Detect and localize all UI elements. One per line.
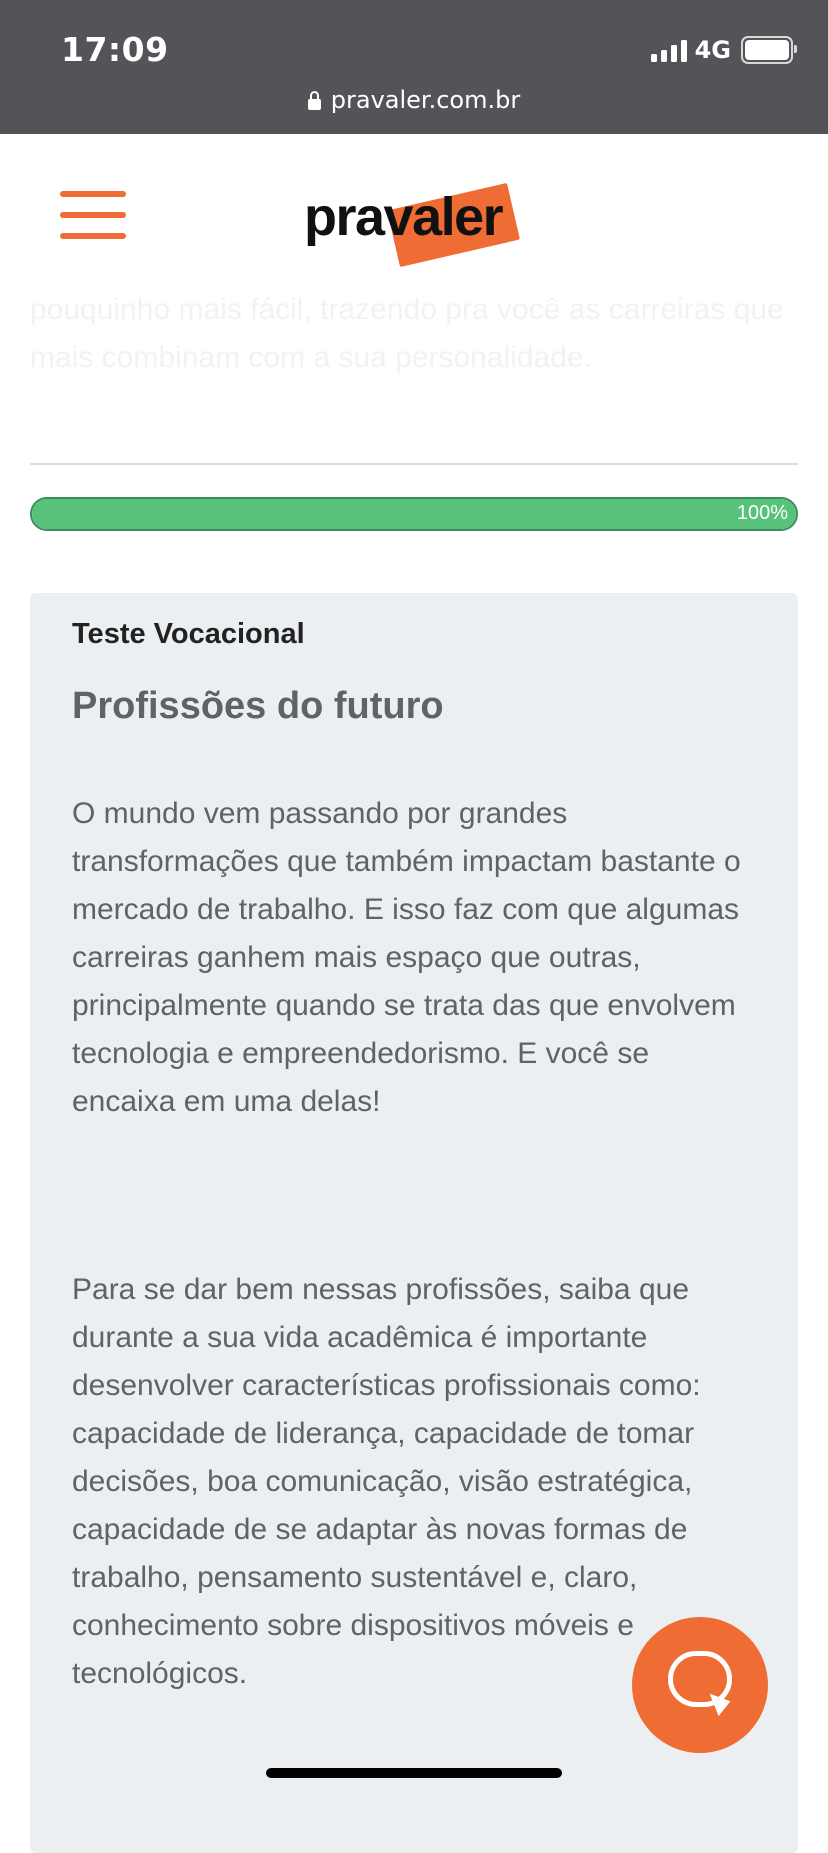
signal-icon: [650, 38, 687, 62]
divider: [30, 463, 798, 465]
chat-icon-tail: [703, 1693, 731, 1719]
site-header: pravaler: [0, 134, 828, 274]
menu-icon[interactable]: [60, 191, 126, 239]
result-paragraph-1: O mundo vem passando por grandes transfo…: [72, 797, 741, 1118]
battery-icon: [741, 36, 797, 64]
result-title: Profissões do futuro: [72, 685, 444, 727]
chat-button[interactable]: [632, 1617, 768, 1753]
progress-fill: [32, 499, 796, 529]
intro-faded-text: pouquinho mais fácil, trazendo pra você …: [30, 293, 784, 374]
url-bar[interactable]: pravaler.com.br: [0, 86, 828, 114]
home-indicator[interactable]: [266, 1768, 562, 1778]
card-kicker: Teste Vocacional: [72, 618, 305, 650]
progress-label: 100%: [736, 502, 788, 524]
status-time: 17:09: [61, 30, 169, 69]
network-type: 4G: [694, 36, 731, 64]
url-text: pravaler.com.br: [330, 86, 521, 114]
status-and-url-bar: 17:09 4G pravaler.com.br: [0, 0, 828, 134]
status-indicators: 4G: [650, 36, 797, 64]
pravaler-logo[interactable]: pravaler: [300, 178, 530, 268]
lock-icon: [307, 91, 321, 110]
result-paragraph-2: Para se dar bem nessas profissões, saiba…: [72, 1273, 701, 1690]
progress-bar: 100%: [30, 497, 798, 531]
logo-text: pravaler: [304, 187, 504, 247]
